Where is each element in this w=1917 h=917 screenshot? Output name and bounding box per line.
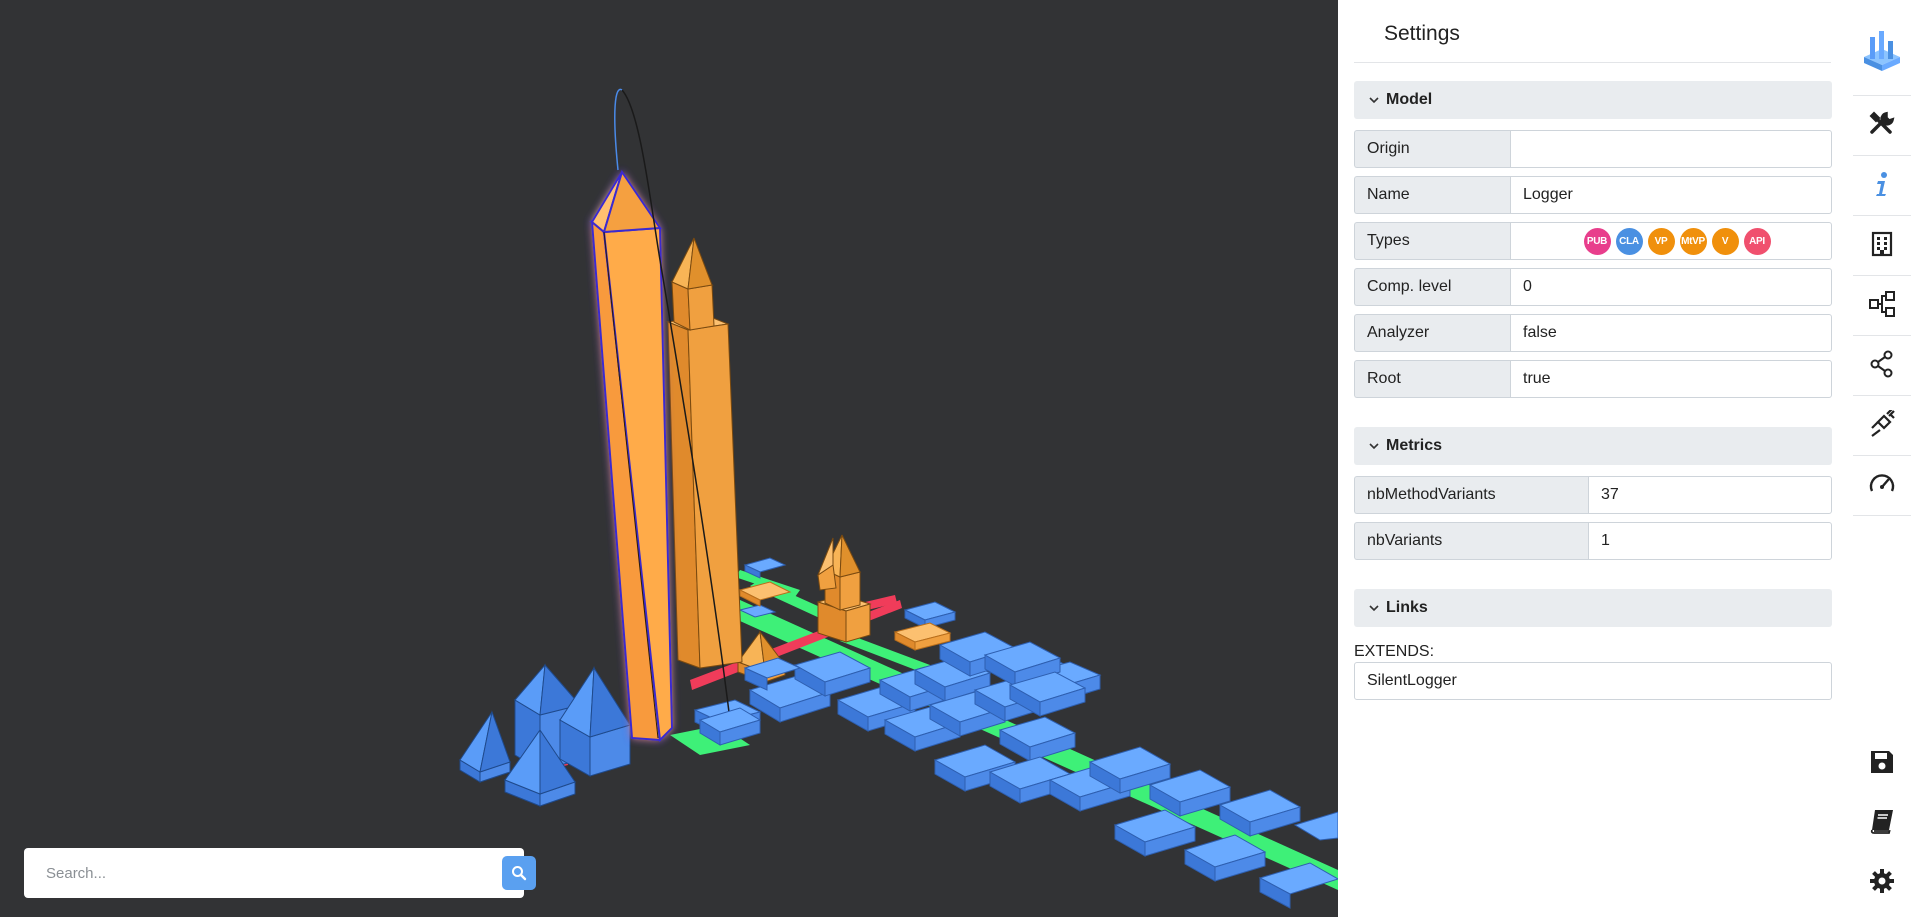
city-scene bbox=[458, 88, 1338, 909]
tools-icon bbox=[1869, 111, 1895, 134]
tools-button[interactable] bbox=[1853, 95, 1911, 153]
book-icon bbox=[1870, 810, 1893, 834]
settings-panel: Settings Model Origin Name Logger Types … bbox=[1338, 0, 1847, 917]
nb-variants-row: nbVariants 1 bbox=[1354, 522, 1832, 560]
plug-icon bbox=[1871, 410, 1895, 437]
extends-field[interactable]: SilentLogger bbox=[1354, 662, 1832, 700]
nb-method-variants-label: nbMethodVariants bbox=[1354, 476, 1588, 514]
analyzer-field[interactable]: false bbox=[1510, 314, 1832, 352]
divider bbox=[1853, 515, 1911, 516]
orange-tower-secondary bbox=[666, 237, 743, 669]
blue-blocks bbox=[693, 557, 1338, 909]
links-header-label: Links bbox=[1386, 599, 1428, 616]
building-button[interactable] bbox=[1853, 215, 1911, 273]
settings-button[interactable] bbox=[1853, 852, 1911, 910]
types-label: Types bbox=[1354, 222, 1510, 260]
gear-icon bbox=[1870, 869, 1894, 893]
type-badge-mtvp: MtVP bbox=[1679, 227, 1707, 255]
save-button[interactable] bbox=[1853, 733, 1911, 791]
dependency-arc-top bbox=[614, 88, 623, 171]
type-badge-cla: CLA bbox=[1615, 227, 1643, 255]
info-icon bbox=[1876, 172, 1887, 196]
nb-method-variants-row: nbMethodVariants 37 bbox=[1354, 476, 1832, 514]
origin-label: Origin bbox=[1354, 130, 1510, 168]
search-icon bbox=[512, 866, 527, 881]
root-field[interactable]: true bbox=[1510, 360, 1832, 398]
app-logo[interactable] bbox=[1853, 20, 1911, 78]
comp-level-row: Comp. level 0 bbox=[1354, 268, 1832, 306]
types-field: PUB CLA VP MtVP V API bbox=[1510, 222, 1832, 260]
search-bar bbox=[24, 848, 536, 898]
share-icon bbox=[1870, 350, 1893, 378]
metrics-button[interactable] bbox=[1853, 455, 1911, 513]
analyzer-row: Analyzer false bbox=[1354, 314, 1832, 352]
orange-tower-cluster bbox=[816, 534, 872, 643]
plug-button[interactable] bbox=[1853, 395, 1911, 453]
save-icon bbox=[1871, 751, 1893, 773]
chevron-down-icon bbox=[1369, 97, 1379, 104]
city-visualization-canvas[interactable] bbox=[0, 0, 1338, 917]
block bbox=[1293, 811, 1338, 841]
nb-method-variants-field[interactable]: 37 bbox=[1588, 476, 1832, 514]
chevron-down-icon bbox=[1369, 605, 1379, 612]
type-badge-api: API bbox=[1743, 227, 1771, 255]
type-badge-pub: PUB bbox=[1583, 227, 1611, 255]
extends-label: EXTENDS: bbox=[1354, 643, 1435, 660]
nb-variants-label: nbVariants bbox=[1354, 522, 1588, 560]
name-field[interactable]: Logger bbox=[1510, 176, 1832, 214]
name-label: Name bbox=[1354, 176, 1510, 214]
root-row: Root true bbox=[1354, 360, 1832, 398]
divider bbox=[1354, 62, 1831, 63]
type-badge-vp: VP bbox=[1647, 227, 1675, 255]
documentation-button[interactable] bbox=[1853, 792, 1911, 850]
share-button[interactable] bbox=[1853, 335, 1911, 393]
analyzer-label: Analyzer bbox=[1354, 314, 1510, 352]
comp-level-label: Comp. level bbox=[1354, 268, 1510, 306]
comp-level-field[interactable]: 0 bbox=[1510, 268, 1832, 306]
metrics-section-header[interactable]: Metrics bbox=[1354, 427, 1832, 465]
types-row: Types PUB CLA VP MtVP V API bbox=[1354, 222, 1832, 260]
chevron-down-icon bbox=[1369, 443, 1379, 450]
info-button[interactable] bbox=[1853, 155, 1911, 213]
origin-field[interactable] bbox=[1510, 130, 1832, 168]
search-button[interactable] bbox=[502, 856, 536, 890]
metrics-header-label: Metrics bbox=[1386, 437, 1443, 454]
blue-pyramids bbox=[458, 663, 632, 807]
speedometer-icon bbox=[1869, 474, 1895, 492]
right-toolbar bbox=[1847, 0, 1917, 917]
root-label: Root bbox=[1354, 360, 1510, 398]
model-section-header[interactable]: Model bbox=[1354, 81, 1832, 119]
name-row: Name Logger bbox=[1354, 176, 1832, 214]
links-section-header[interactable]: Links bbox=[1354, 589, 1832, 627]
model-header-label: Model bbox=[1386, 91, 1433, 108]
search-input[interactable] bbox=[34, 857, 454, 889]
hierarchy-icon bbox=[1869, 291, 1895, 317]
type-badge-v: V bbox=[1711, 227, 1739, 255]
settings-title: Settings bbox=[1384, 22, 1460, 45]
nb-variants-field[interactable]: 1 bbox=[1588, 522, 1832, 560]
logo-icon bbox=[1864, 31, 1900, 71]
origin-row: Origin bbox=[1354, 130, 1832, 168]
building-icon bbox=[1871, 231, 1893, 257]
hierarchy-button[interactable] bbox=[1853, 275, 1911, 333]
